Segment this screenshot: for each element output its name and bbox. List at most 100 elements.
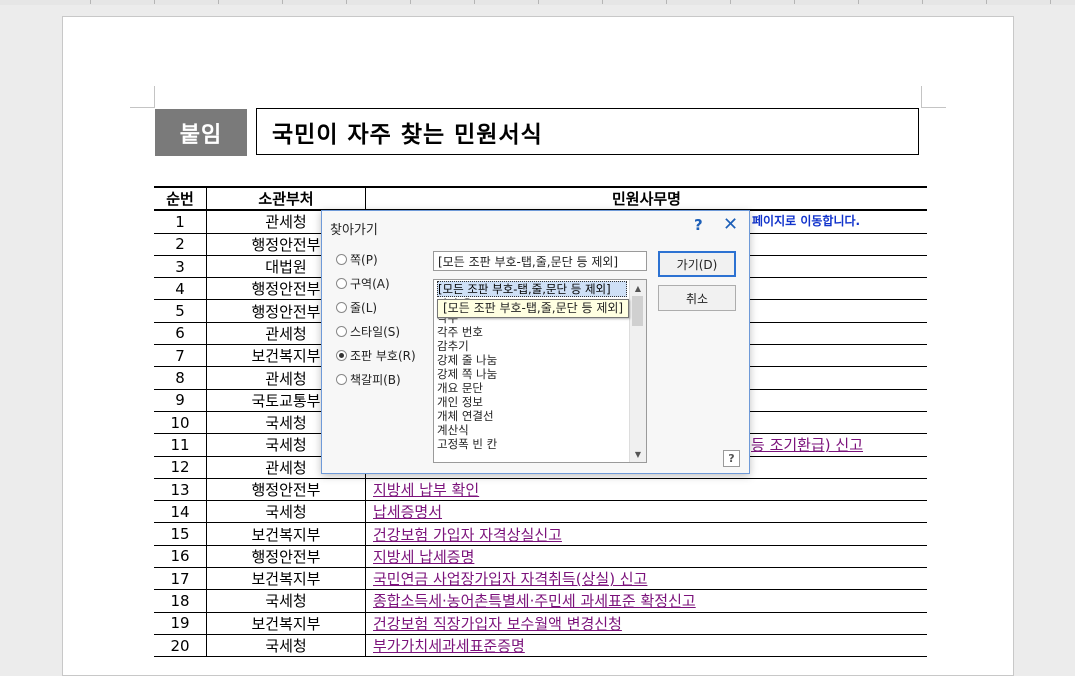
row-number: 2 bbox=[154, 233, 207, 256]
list-item[interactable]: 강제 줄 나눔 bbox=[437, 353, 627, 367]
service-link[interactable]: 등 조기환급) 신고 bbox=[751, 436, 863, 454]
radio-option[interactable]: 줄(L) bbox=[336, 299, 377, 316]
list-item[interactable]: 개인 정보 bbox=[437, 395, 627, 409]
row-number: 11 bbox=[154, 433, 207, 457]
list-item[interactable]: 개체 연결선 bbox=[437, 409, 627, 423]
crop-mark bbox=[922, 107, 946, 108]
list-item[interactable]: 감추기 bbox=[437, 339, 627, 353]
table-row: 20 국세청 부가가치세과세표준증명 bbox=[154, 634, 927, 658]
service-link[interactable]: 국민연금 사업장가입자 자격취득(상실) 신고 bbox=[373, 570, 647, 588]
list-item[interactable]: 계산식 bbox=[437, 423, 627, 437]
table-row: 14 국세청 납세증명서 bbox=[154, 500, 927, 524]
table-row: 18 국세청 종합소득세·농어촌특별세·주민세 과세표준 확정신고 bbox=[154, 589, 927, 613]
table-row: 17 보건복지부 국민연금 사업장가입자 자격취득(상실) 신고 bbox=[154, 567, 927, 591]
service-link[interactable]: 종합소득세·농어촌특별세·주민세 과세표준 확정신고 bbox=[373, 592, 696, 610]
go-button[interactable]: 가기(D) bbox=[658, 251, 736, 277]
row-number: 9 bbox=[154, 389, 207, 412]
radio-circle-icon[interactable] bbox=[336, 302, 347, 313]
ruler-tick bbox=[1050, 0, 1051, 4]
row-department: 보건복지부 bbox=[206, 612, 366, 635]
service-link[interactable]: 건강보험 가입자 자격상실신고 bbox=[373, 526, 562, 544]
attachment-label: 붙임 bbox=[155, 109, 247, 156]
behind-dialog-note: 페이지로 이동합니다. bbox=[752, 214, 861, 228]
list-item[interactable]: 개요 문단 bbox=[437, 381, 627, 395]
ruler-tick bbox=[858, 0, 859, 4]
row-number: 5 bbox=[154, 299, 207, 323]
radio-label: 구역(A) bbox=[350, 277, 390, 291]
ruler-tick bbox=[986, 0, 987, 4]
list-item[interactable]: 고정폭 빈 칸 bbox=[437, 437, 627, 451]
crop-mark bbox=[154, 86, 155, 108]
code-filter-combo[interactable]: [모든 조판 부호-탭,줄,문단 등 제외] bbox=[433, 251, 647, 271]
radio-option[interactable]: 쪽(P) bbox=[336, 251, 378, 268]
row-department: 행정안전부 bbox=[206, 478, 366, 502]
close-icon[interactable]: ✕ bbox=[723, 214, 738, 235]
radio-option[interactable]: 조판 부호(R) bbox=[336, 347, 416, 364]
ruler-tick bbox=[794, 0, 795, 4]
row-number: 12 bbox=[154, 456, 207, 479]
row-service-cell: 국민연금 사업장가입자 자격취득(상실) 신고 bbox=[365, 567, 927, 591]
row-number: 13 bbox=[154, 478, 207, 502]
table-row: 16 행정안전부 지방세 납세증명 bbox=[154, 545, 927, 569]
help-button-icon[interactable]: ? bbox=[723, 450, 740, 467]
ruler-tick bbox=[474, 0, 475, 4]
service-link[interactable]: 건강보험 직장가입자 보수월액 변경신청 bbox=[373, 615, 622, 633]
ruler-tick bbox=[346, 0, 347, 4]
radio-label: 조판 부호(R) bbox=[350, 349, 416, 363]
help-icon[interactable]: ? bbox=[694, 216, 703, 234]
table-row: 13 행정안전부 지방세 납부 확인 bbox=[154, 478, 927, 502]
ruler-tick bbox=[218, 0, 219, 4]
radio-circle-icon[interactable] bbox=[336, 254, 347, 265]
row-service-cell: 납세증명서 bbox=[365, 500, 927, 524]
row-number: 20 bbox=[154, 634, 207, 658]
scroll-up-icon[interactable]: ▲ bbox=[630, 280, 646, 296]
document-title-text: 국민이 자주 찾는 민원서식 bbox=[272, 121, 543, 148]
radio-label: 쪽(P) bbox=[350, 253, 378, 267]
scroll-thumb[interactable] bbox=[632, 296, 643, 326]
list-scrollbar[interactable]: ▲ ▼ bbox=[629, 280, 646, 462]
row-number: 3 bbox=[154, 255, 207, 279]
table-row: 19 보건복지부 건강보험 직장가입자 보수월액 변경신청 bbox=[154, 612, 927, 635]
radio-label: 책갈피(B) bbox=[350, 373, 401, 387]
ruler-tick bbox=[410, 0, 411, 4]
row-service-cell: 부가가치세과세표준증명 bbox=[365, 634, 927, 658]
service-link[interactable]: 지방세 납세증명 bbox=[373, 548, 474, 566]
list-item[interactable]: 강제 쪽 나눔 bbox=[437, 367, 627, 381]
row-number: 1 bbox=[154, 210, 207, 234]
radio-option[interactable]: 책갈피(B) bbox=[336, 371, 401, 388]
radio-option[interactable]: 구역(A) bbox=[336, 275, 390, 292]
radio-circle-icon[interactable] bbox=[336, 278, 347, 289]
goto-dialog: 찾아가기 ? ✕ 쪽(P) 구역(A) 줄(L) 스타일(S) 조판 부호(R) 책갈피(… bbox=[321, 210, 750, 474]
ruler-tick bbox=[602, 0, 603, 4]
list-item[interactable]: 각주 번호 bbox=[437, 325, 627, 339]
service-link[interactable]: 지방세 납부 확인 bbox=[373, 481, 479, 499]
radio-option[interactable]: 스타일(S) bbox=[336, 323, 400, 340]
row-department: 국세청 bbox=[206, 589, 366, 613]
table-row: 15 보건복지부 건강보험 가입자 자격상실신고 bbox=[154, 522, 927, 546]
col-header-service-name: 민원사무명 bbox=[365, 185, 927, 212]
row-number: 7 bbox=[154, 344, 207, 368]
ruler-tick bbox=[538, 0, 539, 4]
radio-circle-icon[interactable] bbox=[336, 350, 347, 361]
row-department: 국세청 bbox=[206, 634, 366, 658]
row-service-cell: 종합소득세·농어촌특별세·주민세 과세표준 확정신고 bbox=[365, 589, 927, 613]
radio-circle-icon[interactable] bbox=[336, 374, 347, 385]
scroll-down-icon[interactable]: ▼ bbox=[630, 446, 646, 462]
crop-mark bbox=[921, 86, 922, 108]
top-ruler bbox=[0, 0, 1075, 5]
col-header-number: 순번 bbox=[154, 185, 207, 212]
ruler-tick bbox=[730, 0, 731, 4]
radio-circle-icon[interactable] bbox=[336, 326, 347, 337]
ruler-tick bbox=[90, 0, 91, 4]
service-link[interactable]: 부가가치세과세표준증명 bbox=[373, 637, 525, 655]
list-item[interactable]: [모든 조판 부호-탭,줄,문단 등 제외] bbox=[437, 281, 627, 297]
cancel-button[interactable]: 취소 bbox=[658, 285, 736, 311]
radio-label: 스타일(S) bbox=[350, 325, 401, 339]
table-header-row: 순번 소관부처 민원사무명 bbox=[154, 185, 927, 212]
row-number: 17 bbox=[154, 567, 207, 591]
row-department: 행정안전부 bbox=[206, 545, 366, 569]
service-link[interactable]: 납세증명서 bbox=[373, 503, 442, 521]
crop-mark bbox=[130, 107, 154, 108]
row-number: 10 bbox=[154, 411, 207, 435]
row-service-cell: 건강보험 가입자 자격상실신고 bbox=[365, 522, 927, 546]
